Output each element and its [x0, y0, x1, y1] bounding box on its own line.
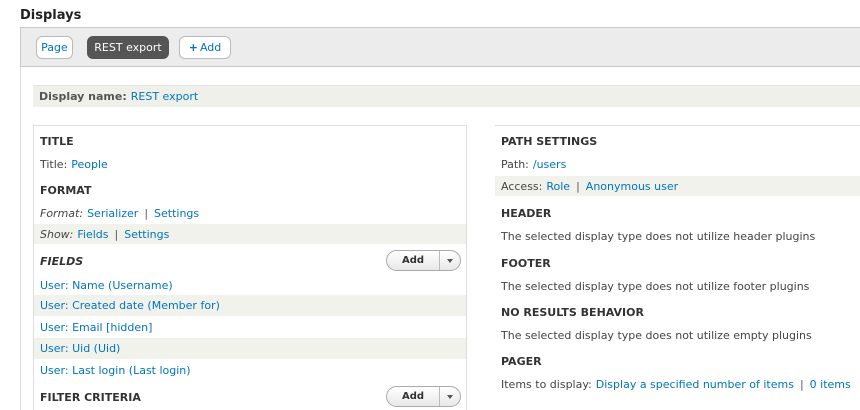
- no-results-heading: NO RESULTS BEHAVIOR: [501, 305, 644, 319]
- field-link[interactable]: User: Created date (Member for): [40, 299, 220, 312]
- chevron-down-icon: [447, 258, 453, 263]
- separator: |: [114, 227, 119, 241]
- path-label: Path:: [501, 157, 529, 171]
- field-item-2[interactable]: User: Email [hidden]: [34, 317, 466, 338]
- field-item-1[interactable]: User: Created date (Member for): [34, 295, 466, 316]
- add-display-label: Add: [199, 41, 222, 54]
- filter-add-button[interactable]: Add: [386, 386, 461, 407]
- separator: |: [576, 179, 580, 193]
- show-row: Show: Fields | Settings: [34, 224, 466, 244]
- fields-add-button[interactable]: Add: [386, 250, 461, 271]
- left-column: TITLE Title: People FORMAT Format: Seria…: [33, 125, 467, 410]
- format-row: Format: Serializer | Settings: [34, 203, 466, 223]
- field-link[interactable]: User: Email [hidden]: [40, 321, 152, 334]
- format-label: Format:: [40, 206, 84, 220]
- pager-row: Items to display: Display a specified nu…: [495, 374, 860, 394]
- no-results-text: The selected display type does not utili…: [495, 325, 860, 345]
- access-role-link[interactable]: Role: [546, 180, 570, 193]
- access-label: Access:: [501, 179, 543, 193]
- tab-page[interactable]: Page: [36, 36, 73, 59]
- format-serializer-link[interactable]: Serializer: [87, 207, 138, 220]
- display-tabs-bar: Page REST export + Add: [20, 27, 860, 67]
- chevron-down-icon: [447, 394, 453, 399]
- access-row: Access: Role | Anonymous user: [495, 176, 860, 196]
- pager-label: Items to display:: [501, 377, 592, 391]
- field-link[interactable]: User: Name (Username): [40, 279, 173, 292]
- fields-add-label: Add: [387, 251, 440, 270]
- right-column: PATH SETTINGS Path: /users Access: Role …: [495, 125, 860, 410]
- title-link[interactable]: People: [71, 158, 108, 171]
- fields-add-dropdown[interactable]: [440, 258, 460, 263]
- pager-heading: PAGER: [501, 354, 542, 368]
- show-label: Show:: [40, 227, 74, 241]
- title-label: Title:: [40, 157, 68, 171]
- filter-add-dropdown[interactable]: [440, 394, 460, 399]
- field-link[interactable]: User: Uid (Uid): [40, 342, 120, 355]
- field-item-4[interactable]: User: Last login (Last login): [34, 360, 466, 381]
- header-heading: HEADER: [501, 206, 552, 220]
- add-display-button[interactable]: + Add: [179, 36, 231, 59]
- pager-items-link[interactable]: 0 items: [810, 378, 851, 391]
- title-heading: TITLE: [40, 134, 74, 148]
- access-anonymous-link[interactable]: Anonymous user: [586, 180, 678, 193]
- field-item-3[interactable]: User: Uid (Uid): [34, 338, 466, 359]
- page-title: Displays: [20, 8, 82, 23]
- path-settings-heading: PATH SETTINGS: [501, 134, 598, 148]
- field-item-0[interactable]: User: Name (Username): [34, 275, 466, 295]
- pager-type-link[interactable]: Display a specified number of items: [596, 378, 794, 391]
- display-name-link[interactable]: REST export: [131, 90, 198, 103]
- path-link[interactable]: /users: [533, 158, 566, 171]
- format-settings-link[interactable]: Settings: [154, 207, 199, 220]
- format-heading: FORMAT: [40, 183, 92, 197]
- plus-icon: +: [188, 41, 198, 54]
- show-fields-link[interactable]: Fields: [77, 228, 108, 241]
- path-row: Path: /users: [495, 154, 860, 174]
- separator: |: [144, 206, 149, 220]
- filter-add-label: Add: [387, 387, 440, 406]
- field-link[interactable]: User: Last login (Last login): [40, 364, 191, 377]
- footer-heading: FOOTER: [501, 256, 551, 270]
- tab-rest-export[interactable]: REST export: [87, 36, 169, 59]
- header-text: The selected display type does not utili…: [495, 226, 860, 246]
- header-message: The selected display type does not utili…: [501, 229, 816, 243]
- footer-text: The selected display type does not utili…: [495, 276, 860, 296]
- title-row: Title: People: [34, 154, 466, 174]
- separator: |: [799, 377, 804, 391]
- show-settings-link[interactable]: Settings: [124, 228, 169, 241]
- footer-message: The selected display type does not utili…: [501, 279, 810, 293]
- display-name-bar: Display name: REST export: [33, 85, 860, 107]
- display-name-label: Display name:: [39, 90, 127, 103]
- no-results-message: The selected display type does not utili…: [501, 328, 812, 342]
